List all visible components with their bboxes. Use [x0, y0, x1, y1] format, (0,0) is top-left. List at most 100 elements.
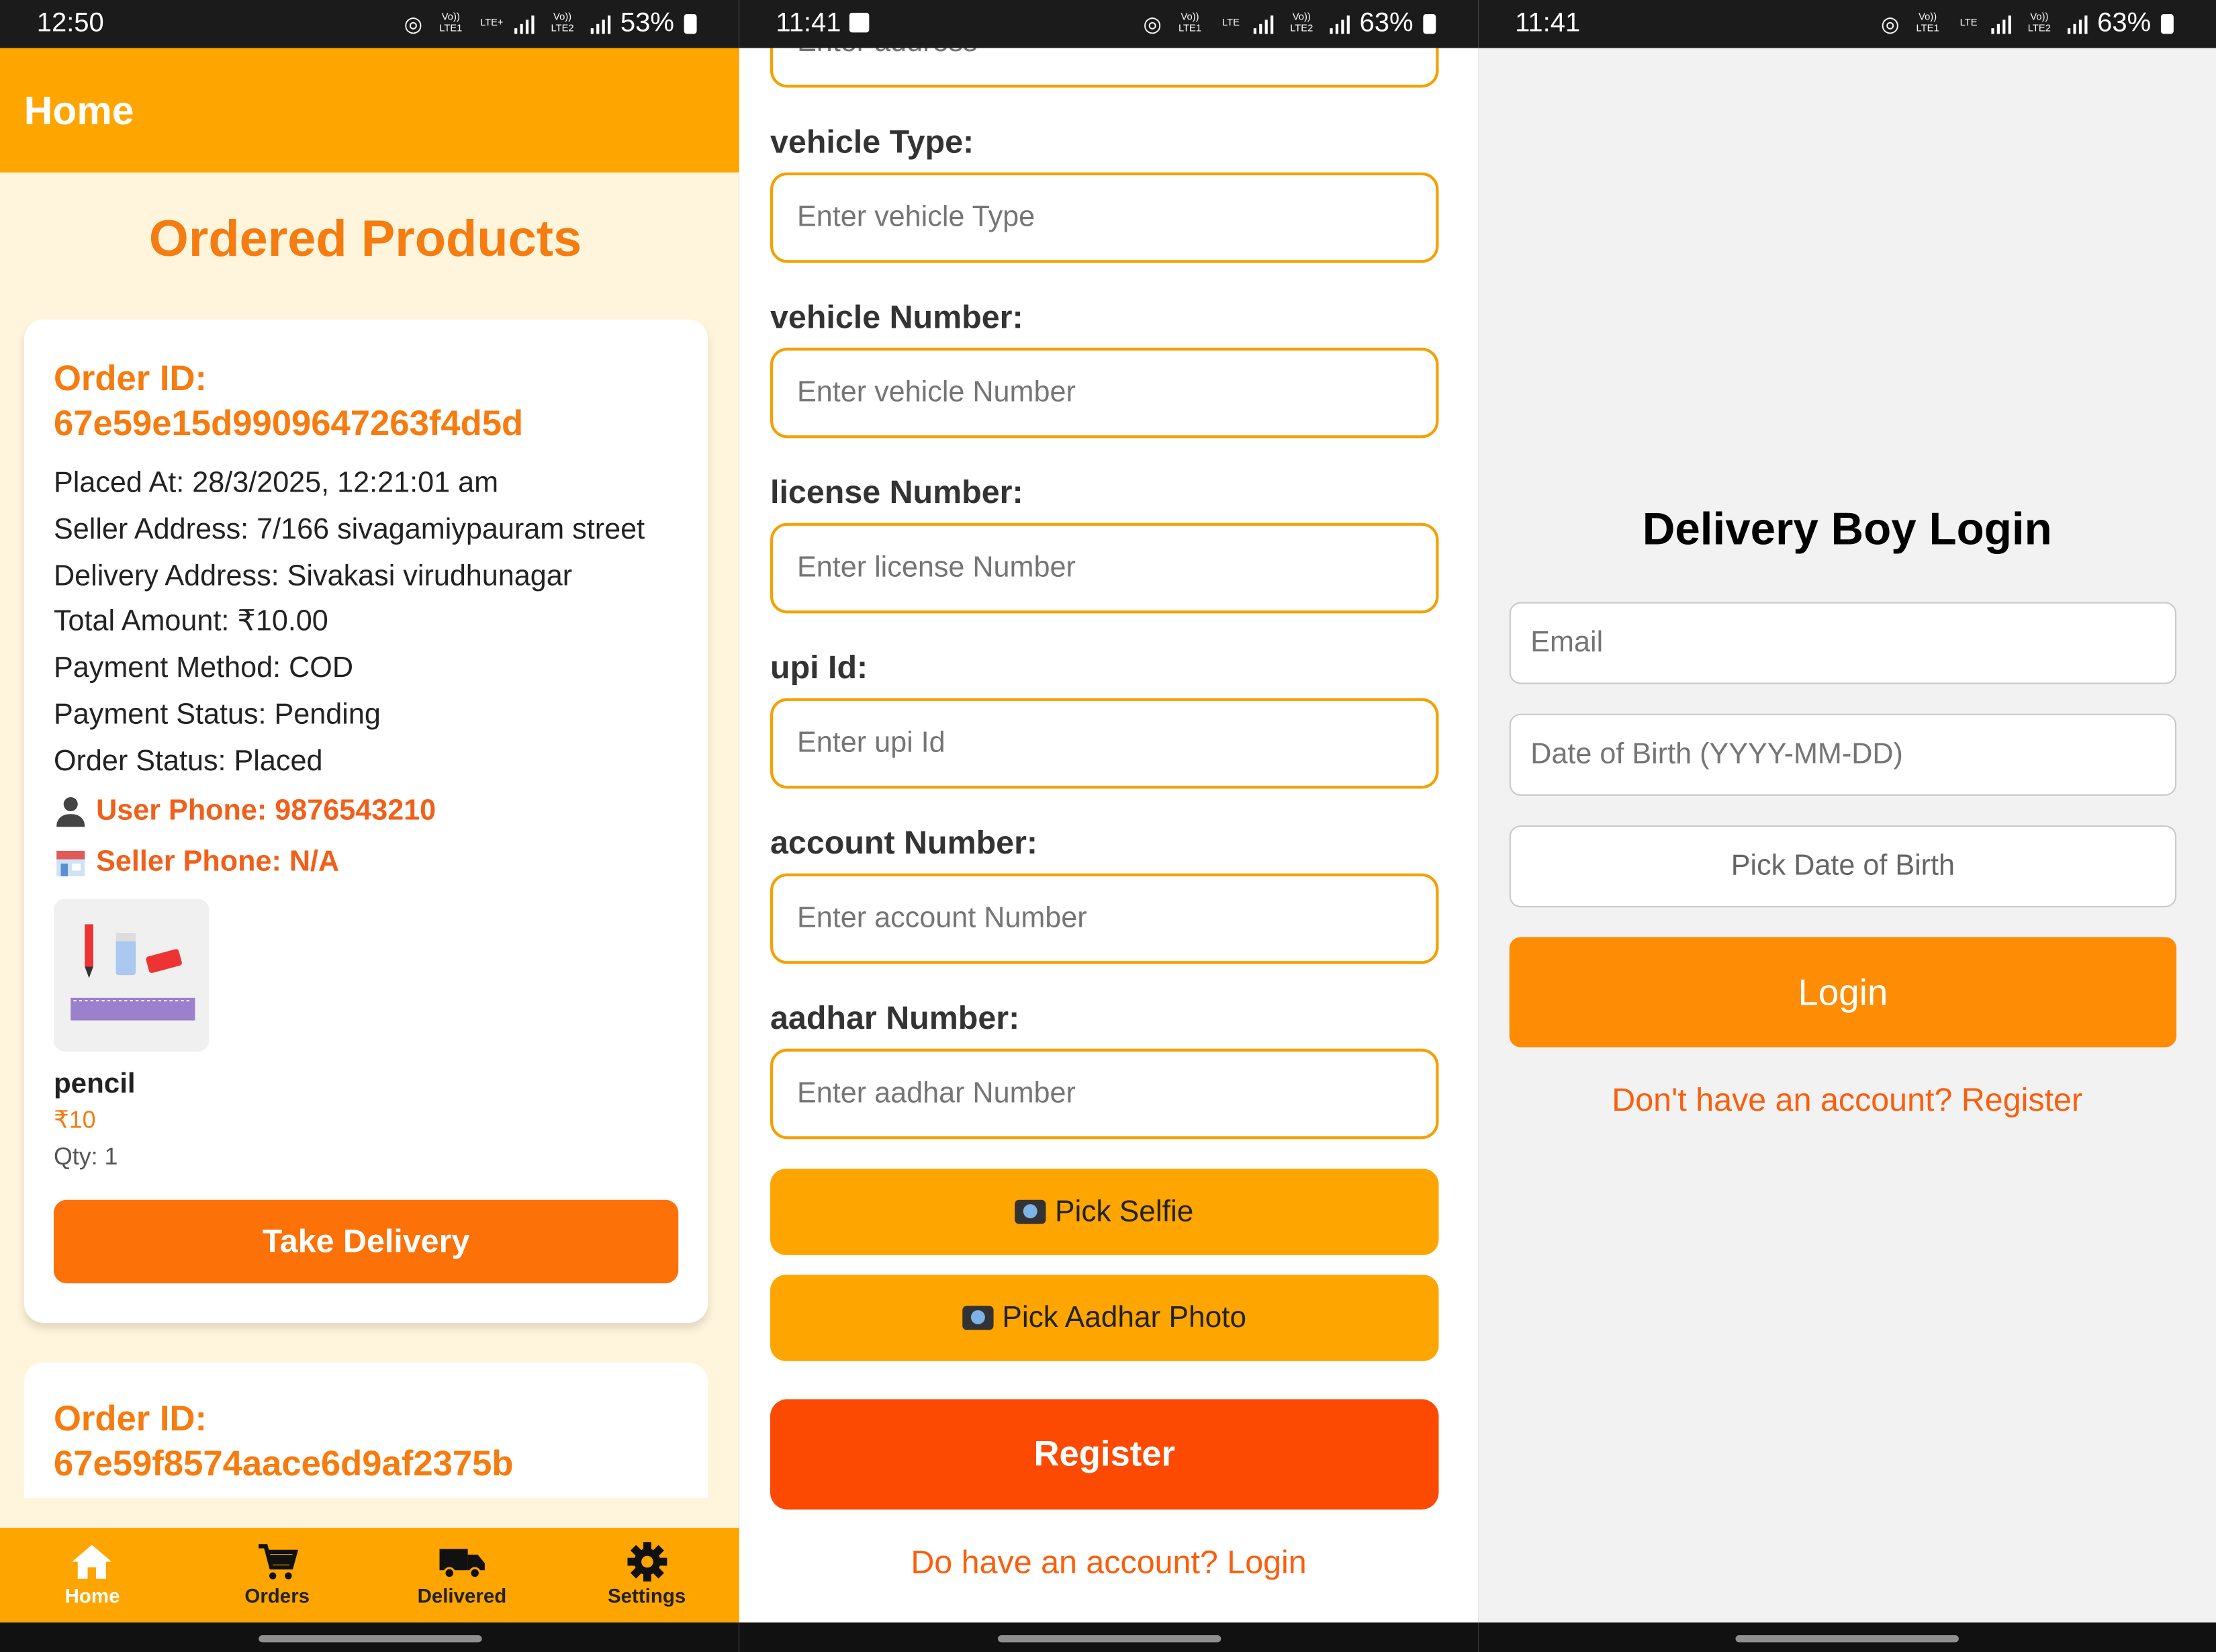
camera-icon — [962, 1305, 994, 1330]
payment-status: Payment Status: Pending — [53, 698, 381, 731]
system-nav-bar — [739, 1622, 1479, 1652]
signal-icon — [1991, 15, 2011, 34]
address-input[interactable] — [770, 48, 1439, 88]
gallery-icon — [849, 12, 870, 33]
gear-icon — [627, 1542, 667, 1582]
home-gesture-pill[interactable] — [258, 1635, 481, 1643]
email-field[interactable] — [1509, 602, 2177, 684]
tab-home[interactable]: Home — [0, 1528, 185, 1622]
network-label: LTE+ — [480, 18, 504, 29]
register-link[interactable]: Don't have an account? Register — [1478, 1081, 2216, 1119]
signal-icon — [590, 15, 611, 34]
placed-at: Placed At: 28/3/2025, 12:21:01 am — [53, 466, 499, 499]
signal-icon — [2067, 15, 2088, 34]
home-gesture-pill[interactable] — [997, 1635, 1221, 1643]
pick-aadhar-label: Pick Aadhar Photo — [1002, 1301, 1247, 1334]
tab-label: Orders — [244, 1584, 310, 1607]
payment-method: Payment Method: COD — [53, 651, 353, 685]
order-id: 67e59f8574aace6d9af2375b — [53, 1444, 514, 1484]
battery-level: 63% — [1359, 8, 1414, 38]
tab-delivered[interactable]: Delivered — [369, 1528, 554, 1622]
product-price: ₹10 — [53, 1106, 96, 1134]
product-name: pencil — [53, 1068, 136, 1099]
signal-icon — [1253, 15, 1274, 34]
order-status: Order Status: Placed — [53, 744, 323, 778]
field-label: upi Id: — [770, 649, 868, 686]
section-title: Ordered Products — [148, 209, 582, 267]
order-card: Order ID: 67e59e15d9909647263f4d5d Place… — [24, 319, 708, 1323]
network-label: LTE — [1959, 18, 1978, 29]
status-time: 11:41 — [1515, 8, 1581, 38]
battery-level: 53% — [620, 8, 674, 38]
signal-icon — [514, 15, 535, 34]
order-card: Order ID: 67e59f8574aace6d9af2375b — [24, 1362, 708, 1498]
vehicle-number-input[interactable] — [770, 347, 1439, 439]
user-phone: User Phone: 9876543210 — [96, 793, 436, 827]
hotspot-icon: ◎ — [1880, 12, 1900, 37]
tab-label: Settings — [607, 1584, 686, 1607]
store-icon — [56, 850, 85, 876]
network-label: Vo)) LTE1 — [439, 12, 463, 34]
login-link[interactable]: Do have an account? Login — [739, 1543, 1479, 1581]
battery-icon — [684, 14, 697, 34]
system-nav-bar — [0, 1622, 739, 1652]
upi-id-input[interactable] — [770, 698, 1439, 789]
dob-field[interactable] — [1509, 713, 2177, 796]
field-label: vehicle Number: — [770, 298, 1023, 335]
product-qty: Qty: 1 — [53, 1142, 118, 1170]
bottom-tab-bar: Home Orders Delivered Settings — [0, 1528, 739, 1623]
cart-icon — [259, 1544, 299, 1579]
seller-address: Seller Address: 7/166 sivagamiypauram st… — [53, 512, 645, 545]
total-amount: Total Amount: ₹10.00 — [53, 605, 328, 638]
field-label: vehicle Type: — [770, 123, 974, 160]
register-screen: 11:41 ◎ Vo)) LTE1 LTE Vo)) LTE2 63% vehi… — [739, 0, 1479, 1652]
network-label: Vo)) LTE2 — [1290, 12, 1313, 34]
login-title: Delivery Boy Login — [1642, 503, 2052, 555]
status-bar: 11:41 ◎ Vo)) LTE1 LTE Vo)) LTE2 63% — [739, 0, 1479, 48]
hotspot-icon: ◎ — [404, 12, 423, 37]
home-icon — [73, 1545, 113, 1579]
user-icon — [56, 796, 85, 827]
page-title: Home — [24, 89, 134, 133]
pick-dob-button[interactable]: Pick Date of Birth — [1509, 825, 2177, 908]
status-bar: 12:50 ◎ Vo)) LTE1 LTE+ Vo)) LTE2 53% — [0, 0, 739, 48]
take-delivery-button[interactable]: Take Delivery — [53, 1199, 679, 1283]
vehicle-type-input[interactable] — [770, 172, 1439, 263]
app-bar: Home — [0, 48, 739, 173]
aadhar-number-input[interactable] — [770, 1048, 1439, 1140]
login-screen: 11:41 ◎ Vo)) LTE1 LTE Vo)) LTE2 63% Deli… — [1478, 0, 2216, 1652]
tab-label: Home — [64, 1584, 120, 1607]
field-label: license Number: — [770, 473, 1023, 510]
tab-label: Delivered — [417, 1584, 507, 1607]
hotspot-icon: ◎ — [1143, 12, 1162, 37]
pick-selfie-label: Pick Selfie — [1055, 1195, 1194, 1228]
order-id-label: Order ID: — [53, 359, 207, 399]
network-label: Vo)) LTE2 — [551, 12, 574, 34]
delivery-address: Delivery Address: Sivakasi virudhunagar — [53, 559, 573, 592]
battery-icon — [2160, 14, 2174, 34]
network-label: LTE — [1222, 18, 1240, 29]
truck-icon — [439, 1549, 485, 1579]
field-label: aadhar Number: — [770, 999, 1020, 1036]
register-button[interactable]: Register — [770, 1399, 1439, 1510]
login-button[interactable]: Login — [1509, 937, 2177, 1048]
battery-level: 63% — [2097, 8, 2152, 38]
battery-icon — [1423, 14, 1436, 34]
home-gesture-pill[interactable] — [1735, 1635, 1959, 1643]
tab-orders[interactable]: Orders — [185, 1528, 369, 1622]
license-number-input[interactable] — [770, 522, 1439, 614]
pick-selfie-button[interactable]: Pick Selfie — [770, 1168, 1439, 1255]
pick-aadhar-button[interactable]: Pick Aadhar Photo — [770, 1275, 1439, 1361]
status-time: 12:50 — [36, 8, 104, 38]
status-time: 11:41 — [776, 8, 841, 38]
order-id: 67e59e15d9909647263f4d5d — [53, 404, 524, 444]
network-label: Vo)) LTE2 — [2027, 12, 2051, 34]
camera-icon — [1015, 1199, 1047, 1224]
network-label: Vo)) LTE1 — [1178, 12, 1202, 34]
order-id-label: Order ID: — [53, 1399, 207, 1439]
tab-settings[interactable]: Settings — [555, 1528, 739, 1622]
system-nav-bar — [1478, 1622, 2216, 1652]
network-label: Vo)) LTE1 — [1916, 12, 1939, 34]
seller-phone: Seller Phone: N/A — [96, 844, 340, 878]
account-number-input[interactable] — [770, 873, 1439, 964]
